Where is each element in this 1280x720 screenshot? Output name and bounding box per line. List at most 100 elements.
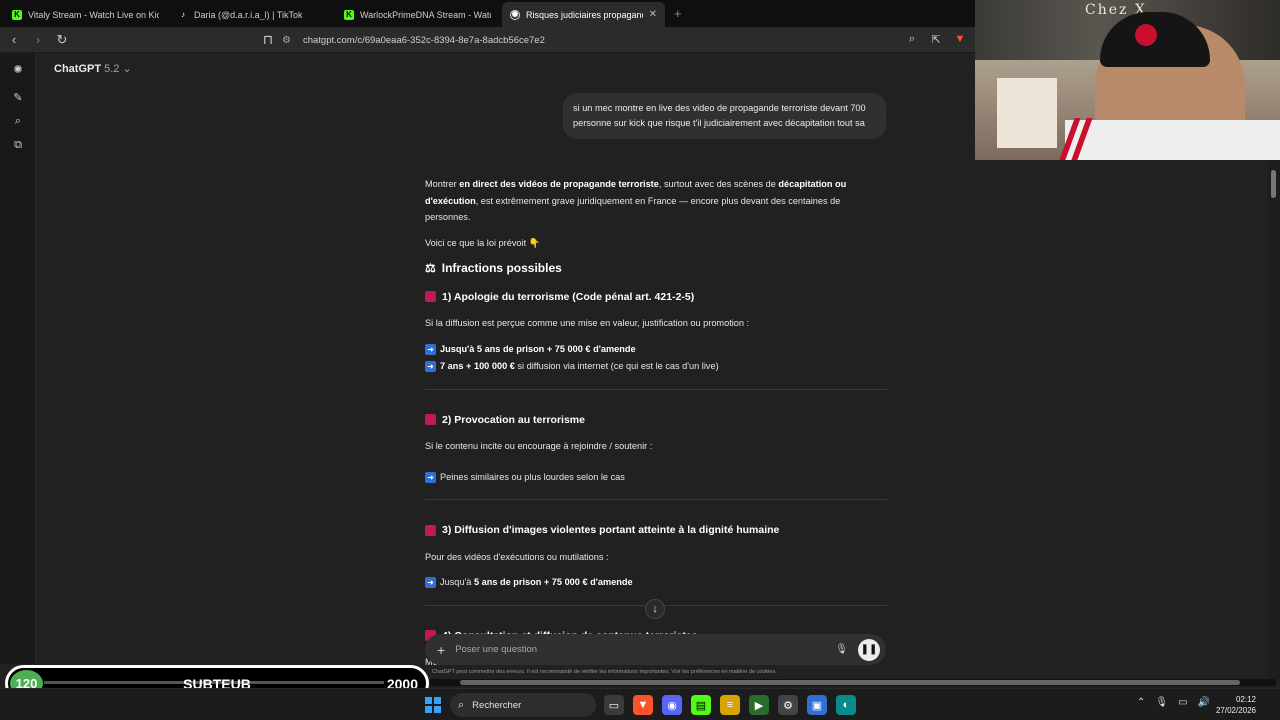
forward-icon[interactable]: ›: [28, 30, 48, 50]
voice-mode-button[interactable]: ❚❚: [858, 638, 880, 661]
network-icon[interactable]: ▭: [1178, 697, 1187, 708]
section-1-bullet-2: ➜ 7 ans + 100 000 € si diffusion via inte…: [425, 358, 887, 375]
webcam-feed: Chez X: [975, 0, 1280, 160]
edge-icon[interactable]: ◐: [836, 695, 856, 715]
section-heading-text: Infractions possibles: [441, 261, 562, 275]
chatgpt-icon: ✺: [510, 9, 520, 20]
search-icon: ⌕: [458, 698, 465, 711]
tab-label: Daria (@d.a.r.i.a_l) | TikTok: [194, 9, 303, 20]
clock-date: 27/02/2026: [1215, 706, 1256, 715]
streamer-shirt: [1065, 120, 1280, 160]
section-2-title: 2) Provocation au terrorisme: [425, 412, 887, 429]
intro-text: , est extrêmement grave juridiquement en…: [425, 195, 841, 223]
section-2-bullet-1: ➜ Peines similaires ou plus lourdes selon…: [425, 469, 887, 486]
new-tab-button[interactable]: +: [674, 6, 682, 21]
section-title-text: 3) Diffusion d'images violentes portant …: [442, 524, 780, 536]
tab-vitaly[interactable]: K Vitaly Stream - Watch Live on Kick: [4, 2, 167, 27]
microphone-icon[interactable]: 🎙: [835, 644, 848, 655]
bullet-bold: 5 ans de prison + 75 000 € d'amende: [473, 577, 633, 587]
section-3-title: 3) Diffusion d'images violentes portant …: [425, 522, 887, 539]
library-icon[interactable]: ⧉: [9, 136, 27, 154]
scrollbar-thumb[interactable]: [460, 680, 1240, 685]
disclaimer: ChatGPT peut commettre des erreurs. Il e…: [432, 669, 777, 675]
section-title-text: 2) Provocation au terrorisme: [442, 413, 585, 426]
section-heading: ⚖ Infractions possibles: [425, 260, 887, 277]
search-icon[interactable]: ⌕: [9, 112, 27, 130]
settings-icon[interactable]: ⚙: [778, 695, 798, 715]
file-explorer-icon[interactable]: ▭: [604, 695, 624, 715]
zoom-icon[interactable]: ⌕: [903, 30, 921, 48]
tab-chatgpt[interactable]: ✺ Risques judiciaires propagande t ✕: [502, 2, 665, 27]
taskbar-search[interactable]: ⌕ Rechercher: [450, 693, 596, 717]
photos-icon[interactable]: ▣: [807, 695, 827, 715]
scroll-down-button[interactable]: ↓: [645, 599, 665, 619]
close-icon[interactable]: ✕: [649, 9, 657, 20]
bullet-text: Peines similaires ou plus lourdes selon …: [440, 471, 625, 482]
play-icon[interactable]: ▶: [749, 695, 769, 715]
tab-label: WarlockPrimeDNA Stream - Watch Li: [360, 9, 491, 20]
tab-warlock[interactable]: K WarlockPrimeDNA Stream - Watch Li: [336, 2, 499, 27]
scrollbar-thumb[interactable]: [1271, 170, 1276, 198]
volume-icon[interactable]: 🔊: [1198, 697, 1210, 708]
arrow-right-icon: ➜: [425, 471, 436, 483]
model-name: ChatGPT: [54, 63, 102, 75]
chatgpt-sidebar: ✺ ✎ ⌕ ⧉: [0, 54, 36, 664]
composer: + 🎙 ❚❚: [425, 634, 886, 665]
search-label: Rechercher: [472, 699, 522, 711]
arrow-down-icon: ↓: [652, 603, 658, 615]
kick-icon: K: [12, 9, 22, 20]
red-square-icon: [425, 414, 436, 426]
microphone-icon[interactable]: 🎙: [1155, 697, 1168, 708]
section-3-text: Pour des vidéos d'exécutions ou mutilati…: [425, 551, 609, 562]
tab-bar: K Vitaly Stream - Watch Live on Kick ♪ D…: [0, 0, 975, 27]
url-text: chatgpt.com/c/69a0eaa6-352c-8394-8e7a-8a…: [302, 34, 545, 46]
stack-icon[interactable]: ≡: [720, 695, 740, 715]
section-3-bullet-1: ➜ Jusqu'à 5 ans de prison + 75 000 € d'am…: [425, 574, 887, 591]
bullet-text: si diffusion via internet (ce qui est le…: [514, 361, 719, 371]
user-message: si un mec montre en live des video de pr…: [563, 93, 886, 139]
bookmark-icon[interactable]: ⊓: [258, 30, 278, 50]
brave-icon[interactable]: ▼: [633, 695, 653, 715]
tiktok-icon: ♪: [181, 10, 185, 19]
prompt-input[interactable]: [455, 644, 826, 655]
toolbar-actions: ⌕ ⇱ ▼: [903, 30, 969, 48]
section-1-bullet-1: ➜ Jusqu'à 5 ans de prison + 75 000 € d'am…: [425, 341, 887, 358]
chevron-down-icon: ⌄: [122, 63, 132, 75]
section-2-text: Si le contenu incite ou encourage à rejo…: [425, 441, 653, 451]
scales-icon: ⚖: [425, 261, 436, 275]
red-square-icon: [425, 524, 436, 536]
tab-label: Risques judiciaires propagande t: [526, 9, 643, 20]
clock[interactable]: 02:12 27/02/2026: [1216, 694, 1256, 716]
model-version: 5.2: [104, 63, 120, 75]
arrow-right-icon: ➜: [425, 361, 436, 372]
page-scrollbar[interactable]: [1268, 160, 1280, 680]
tab-tiktok[interactable]: ♪ Daria (@d.a.r.i.a_l) | TikTok: [170, 2, 333, 27]
back-icon[interactable]: ‹: [4, 30, 24, 50]
address-bar[interactable]: ⚙ chatgpt.com/c/69a0eaa6-352c-8394-8e7a-…: [282, 31, 545, 49]
chatgpt-logo-icon[interactable]: ✺: [9, 60, 27, 78]
intro-text: Montrer: [425, 179, 460, 189]
excel-icon[interactable]: ▤: [691, 695, 711, 715]
add-attachment-button[interactable]: +: [437, 642, 445, 658]
discord-icon[interactable]: ◉: [662, 695, 682, 715]
webcam-panel: [997, 78, 1057, 148]
answer-intro: Montrer en direct des vidéos de propagan…: [425, 176, 887, 226]
bullet-bold: 7 ans + 100 000 €: [440, 361, 515, 371]
divider: [425, 499, 887, 500]
reload-icon[interactable]: ↻: [52, 30, 72, 50]
site-info-icon[interactable]: ⚙: [282, 35, 291, 46]
clock-time: 02:12: [1235, 695, 1256, 704]
new-chat-icon[interactable]: ✎: [9, 88, 27, 106]
model-selector[interactable]: ChatGPT 5.2 ⌄: [54, 62, 132, 75]
divider: [425, 388, 887, 390]
windows-start-icon[interactable]: [425, 697, 441, 713]
law-intro: Voici ce que la loi prévoit 👇: [425, 237, 541, 248]
tab-label: Vitaly Stream - Watch Live on Kick: [28, 9, 159, 20]
brave-shield-icon[interactable]: ▼: [951, 30, 969, 48]
bulls-logo: [1135, 24, 1157, 46]
arrow-right-icon: ➜: [425, 343, 436, 355]
windows-taskbar: ⌕ Rechercher ▭ ▼ ◉ ▤ ≡ ▶ ⚙ ▣ ◐ ⌃ 🎙 ▭ 🔊 0…: [0, 688, 1280, 720]
horizontal-scrollbar[interactable]: [430, 679, 1276, 686]
share-icon[interactable]: ⇱: [927, 30, 945, 48]
chevron-up-icon[interactable]: ⌃: [1137, 697, 1145, 708]
